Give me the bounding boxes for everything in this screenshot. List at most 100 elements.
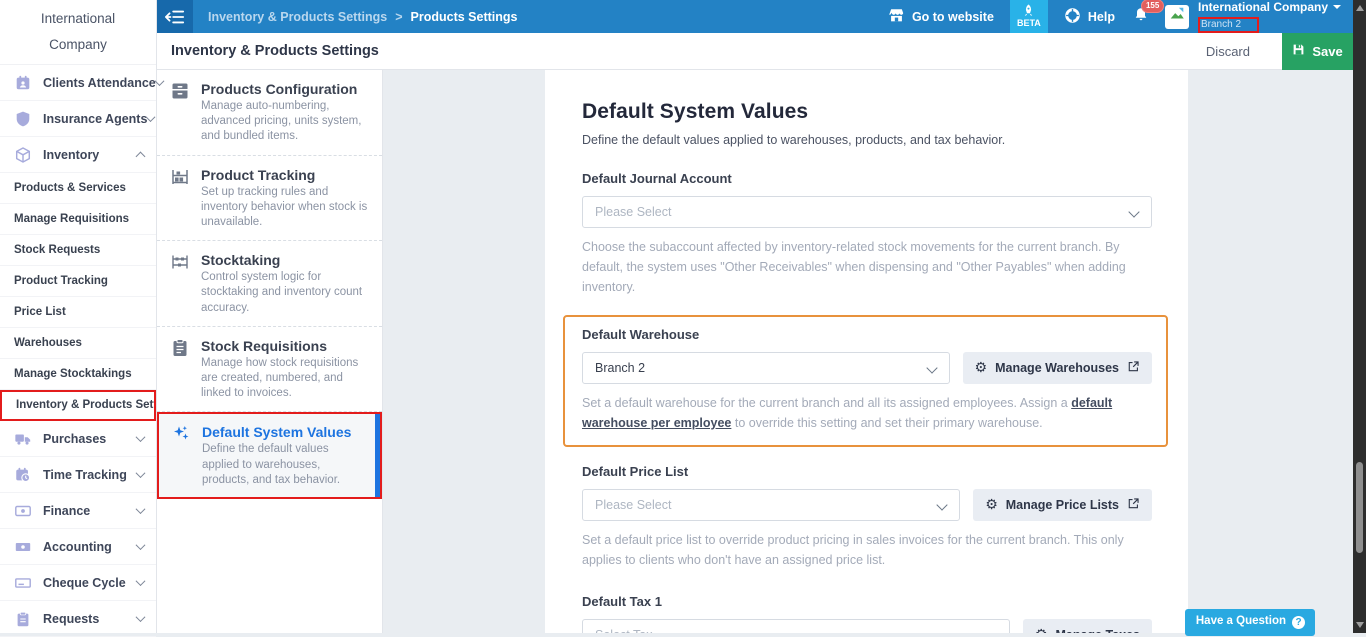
sidebar-item-inventory[interactable]: Inventory	[0, 137, 156, 173]
sidebar-item-label: Inventory	[43, 148, 137, 162]
window-scrollbar[interactable]	[1353, 0, 1366, 633]
field-label: Default Journal Account	[582, 171, 1152, 186]
sidebar-item-finance[interactable]: Finance	[0, 493, 156, 529]
sidebar-item-label: Finance	[43, 504, 137, 518]
sidebar-item-label: Requests	[43, 612, 137, 626]
field-help-text: Set a default warehouse for the current …	[582, 393, 1152, 433]
default-journal-account-select[interactable]: Please Select	[582, 196, 1152, 228]
sidebar-item-requests[interactable]: Requests	[0, 601, 156, 637]
caret-down-icon	[1333, 5, 1341, 9]
sparkles-icon	[171, 424, 191, 444]
lifebuoy-icon	[1064, 7, 1081, 27]
archive-box-icon	[170, 81, 190, 101]
default-price-list-select[interactable]: Please Select	[582, 489, 960, 521]
sidebar-item-label: Cheque Cycle	[43, 576, 137, 590]
settings-nav-default-system-values[interactable]: Default System Values Define the default…	[157, 412, 382, 499]
have-question-label: Have a Question	[1196, 615, 1286, 627]
sidebar-subitem-manage-stocktakings[interactable]: Manage Stocktakings	[0, 359, 156, 390]
company-name: International Company	[1198, 0, 1328, 14]
nav-item-title: Stock Requisitions	[201, 338, 368, 355]
field-label: Default Warehouse	[582, 327, 1152, 342]
sidebar-item-label: Time Tracking	[43, 468, 137, 482]
sidebar-item-purchases[interactable]: Purchases	[0, 421, 156, 457]
company-logo[interactable]: International Company	[0, 0, 156, 65]
gear-icon: ⚙	[975, 361, 988, 375]
company-avatar[interactable]	[1165, 5, 1189, 29]
chevron-down-icon	[926, 362, 937, 373]
sidebar-item-time-tracking[interactable]: Time Tracking	[0, 457, 156, 493]
chevron-down-icon	[986, 629, 997, 633]
sidebar-subitem-products-services[interactable]: Products & Services	[0, 173, 156, 204]
clipboard-icon	[13, 609, 33, 629]
notifications-button[interactable]: 155	[1133, 6, 1149, 28]
settings-nav-stock-requisitions[interactable]: Stock Requisitions Manage how stock requ…	[157, 327, 382, 413]
settings-nav-product-tracking[interactable]: Product Tracking Set up tracking rules a…	[157, 156, 382, 242]
have-a-question-button[interactable]: Have a Question ?	[1185, 609, 1315, 636]
branch-name: Branch 2	[1198, 17, 1259, 33]
shelf-icon	[170, 167, 190, 187]
storefront-icon	[888, 8, 905, 26]
go-to-website-button[interactable]: Go to website	[888, 8, 994, 26]
go-to-website-label: Go to website	[912, 10, 994, 24]
save-label: Save	[1312, 44, 1342, 59]
select-value: Branch 2	[595, 361, 645, 375]
chevron-down-icon	[136, 540, 146, 550]
notification-count-badge: 155	[1141, 0, 1164, 13]
button-label: Manage Taxes	[1055, 628, 1140, 633]
sidebar-subitem-manage-requisitions[interactable]: Manage Requisitions	[0, 204, 156, 235]
sidebar-item-insurance-agents[interactable]: Insurance Agents	[0, 101, 156, 137]
sidebar-item-label: Accounting	[43, 540, 137, 554]
breadcrumb-separator: >	[395, 10, 402, 24]
sidebar-item-accounting[interactable]: Accounting	[0, 529, 156, 565]
discard-button[interactable]: Discard	[1206, 44, 1250, 59]
manage-price-lists-button[interactable]: ⚙ Manage Price Lists	[973, 489, 1152, 521]
nav-item-title: Stocktaking	[201, 252, 368, 269]
default-tax-section: Default Tax 1 Select Tax ⚙ Manage Taxes …	[582, 594, 1152, 633]
settings-nav-products-configuration[interactable]: Products Configuration Manage auto-numbe…	[157, 70, 382, 156]
save-button[interactable]: Save	[1282, 33, 1353, 70]
field-help-text: Set a default price list to override pro…	[582, 530, 1152, 570]
field-label: Default Tax 1	[582, 594, 1152, 609]
sidebar-subitem-product-tracking[interactable]: Product Tracking	[0, 266, 156, 297]
banknote-icon	[13, 501, 33, 521]
default-tax-select[interactable]: Select Tax	[582, 619, 1010, 633]
sidebar-item-label: Purchases	[43, 432, 137, 446]
chevron-down-icon	[1128, 206, 1139, 217]
sidebar-subitem-warehouses[interactable]: Warehouses	[0, 328, 156, 359]
nav-item-desc: Manage how stock requisitions are create…	[201, 356, 368, 402]
sidebar-subitem-price-list[interactable]: Price List	[0, 297, 156, 328]
scrollbar-thumb[interactable]	[1356, 462, 1363, 553]
chevron-up-icon	[136, 152, 146, 162]
chevron-down-icon	[146, 112, 156, 122]
beta-button[interactable]: BETA	[1010, 0, 1048, 33]
field-label: Default Price List	[582, 464, 1152, 479]
gear-icon: ⚙	[1035, 628, 1048, 633]
sidebar-subitem-inventory-products-settings[interactable]: Inventory & Products Settings	[0, 390, 156, 421]
manage-taxes-button[interactable]: ⚙ Manage Taxes	[1023, 619, 1152, 633]
scroll-up-arrow-icon[interactable]	[1356, 5, 1364, 11]
nav-item-desc: Manage auto-numbering, advanced pricing,…	[201, 99, 368, 145]
default-journal-account-section: Default Journal Account Please Select Ch…	[582, 171, 1152, 297]
company-switcher[interactable]: International Company Branch 2	[1198, 0, 1353, 33]
topbar-actions: Go to website BETA Help 155	[888, 0, 1353, 33]
sidebar-item-clients-attendance[interactable]: Clients Attendance	[0, 65, 156, 101]
settings-nav-stocktaking[interactable]: Stocktaking Control system logic for sto…	[157, 241, 382, 327]
sidebar-item-label: Insurance Agents	[43, 112, 147, 126]
collapse-menu-icon[interactable]	[157, 0, 193, 33]
help-button[interactable]: Help	[1064, 7, 1115, 27]
button-label: Manage Price Lists	[1006, 498, 1119, 512]
manage-warehouses-button[interactable]: ⚙ Manage Warehouses	[963, 352, 1152, 384]
calendar-person-icon	[13, 73, 33, 93]
sidebar-subitem-stock-requests[interactable]: Stock Requests	[0, 235, 156, 266]
scroll-down-arrow-icon[interactable]	[1356, 622, 1364, 628]
default-warehouse-select[interactable]: Branch 2	[582, 352, 950, 384]
top-bar: Inventory & Products Settings > Products…	[157, 0, 1353, 33]
sidebar-item-cheque-cycle[interactable]: Cheque Cycle	[0, 565, 156, 601]
chevron-down-icon	[136, 612, 146, 622]
help-text-part: to override this setting and set their p…	[731, 416, 1042, 430]
nav-item-desc: Control system logic for stocktaking and…	[201, 270, 368, 316]
breadcrumb-parent[interactable]: Inventory & Products Settings	[208, 10, 387, 24]
nav-item-title: Products Configuration	[201, 81, 368, 98]
shield-icon	[13, 109, 33, 129]
page-title: Inventory & Products Settings	[157, 43, 379, 59]
